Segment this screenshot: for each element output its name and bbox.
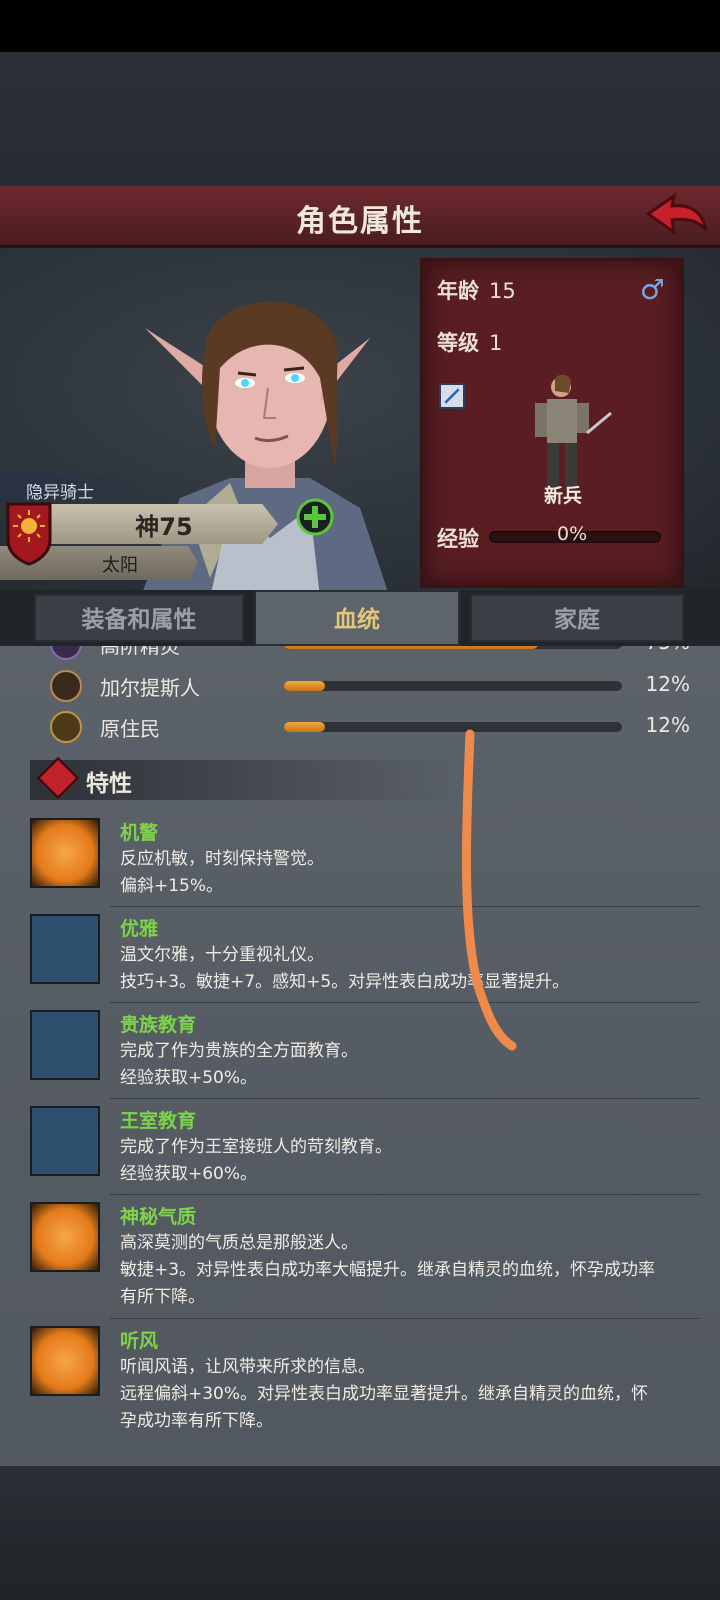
level-value: 1 <box>489 331 503 355</box>
exp-label: 经验 <box>437 527 479 551</box>
character-subtitle: 太阳 <box>102 555 138 576</box>
divider <box>110 906 700 907</box>
tab-bar: 装备和属性 血统 家庭 <box>0 590 720 646</box>
status-bar <box>0 0 720 52</box>
trait-name: 神秘气质 <box>120 1206 197 1228</box>
sun-face-icon <box>30 1326 100 1396</box>
trait-description: 反应机敏，时刻保持警觉。 偏斜+15%。 <box>120 846 690 900</box>
lineage-name: 原住民 <box>100 717 160 741</box>
trait-line: 有所下降。 <box>120 1287 205 1307</box>
trait-description: 温文尔雅，十分重视礼仪。 技巧+3。敏捷+7。感知+5。对异性表白成功率显著提升… <box>120 942 690 996</box>
character-portrait-area: 隐异骑士 神75 太阳 年龄 15 ♂ 等级 1 新兵 经验 0% <box>0 248 720 590</box>
sun-face-icon <box>30 1202 100 1272</box>
add-attribute-button[interactable] <box>296 498 334 536</box>
trait-name: 王室教育 <box>120 1110 197 1132</box>
arm-icon <box>30 914 100 984</box>
age-label: 年龄 <box>437 279 479 303</box>
level-row: 等级 1 <box>437 327 502 357</box>
sun-face-icon <box>30 818 100 888</box>
trait-item[interactable]: 贵族教育 完成了作为贵族的全方面教育。 经验获取+50%。 <box>0 1010 720 1100</box>
trait-name: 贵族教育 <box>120 1014 197 1036</box>
high-elf-icon <box>50 646 82 660</box>
divider <box>110 1194 700 1195</box>
lineage-name: 高阶精灵 <box>100 646 180 658</box>
trait-item[interactable]: 机警 反应机敏，时刻保持警觉。 偏斜+15%。 <box>0 818 720 908</box>
lineage-row: 原住民 12% <box>0 707 720 747</box>
tab-lineage[interactable]: 血统 <box>254 590 460 646</box>
lineage-percent: 12% <box>645 713 690 737</box>
lineage-bar <box>284 722 622 732</box>
galtis-icon <box>50 670 82 702</box>
tab-family[interactable]: 家庭 <box>470 594 684 642</box>
trait-line: 技巧+3。敏捷+7。感知+5。对异性表白成功率显著提升。 <box>120 972 570 992</box>
trait-item[interactable]: 听风 听闻风语，让风带来所求的信息。 远程偏斜+30%。对异性表白成功率显著提升… <box>0 1326 720 1442</box>
divider <box>110 1318 700 1319</box>
top-background <box>0 52 720 186</box>
trait-line: 反应机敏，时刻保持警觉。 <box>120 849 324 869</box>
lineage-percent: 75% <box>646 646 690 654</box>
trait-item[interactable]: 神秘气质 高深莫测的气质总是那般迷人。 敏捷+3。对异性表白成功率大幅提升。继承… <box>0 1202 720 1318</box>
trait-name: 优雅 <box>120 918 159 940</box>
lineage-name: 加尔提斯人 <box>100 676 200 700</box>
stats-panel: 年龄 15 ♂ 等级 1 新兵 经验 0% <box>420 258 684 588</box>
trait-description: 完成了作为贵族的全方面教育。 经验获取+50%。 <box>120 1038 690 1092</box>
lineage-row: 高阶精灵 75% <box>0 646 720 664</box>
divider <box>110 1098 700 1099</box>
trait-line: 孕成功率有所下降。 <box>120 1411 273 1431</box>
trait-line: 听闻风语，让风带来所求的信息。 <box>120 1357 375 1377</box>
header-bar: 角色属性 <box>0 186 720 248</box>
unit-type-name: 新兵 <box>543 485 582 507</box>
traits-title: 特性 <box>86 771 132 797</box>
trait-item[interactable]: 优雅 温文尔雅，十分重视礼仪。 技巧+3。敏捷+7。感知+5。对异性表白成功率显… <box>0 914 720 1004</box>
trait-description: 完成了作为王室接班人的苛刻教育。 经验获取+60%。 <box>120 1134 690 1188</box>
age-row: 年龄 15 <box>437 275 516 305</box>
trait-line: 温文尔雅，十分重视礼仪。 <box>120 945 324 965</box>
lineage-content: 高阶精灵 75% 加尔提斯人 12% 原住民 12% 特性 机警 反应机敏，时刻… <box>0 646 720 1466</box>
bottom-background <box>0 1466 720 1600</box>
trait-line: 经验获取+60%。 <box>120 1164 258 1184</box>
native-icon <box>50 711 82 743</box>
sun-shield-icon <box>6 502 52 566</box>
male-gender-icon: ♂ <box>639 273 665 306</box>
back-arrow-icon[interactable] <box>640 190 710 242</box>
lineage-bar <box>284 646 622 649</box>
lineage-bar-fill <box>284 646 538 649</box>
lineage-bar-fill <box>284 681 325 691</box>
trait-line: 经验获取+50%。 <box>120 1068 258 1088</box>
trait-line: 偏斜+15%。 <box>120 876 224 896</box>
age-value: 15 <box>489 279 516 303</box>
trait-item[interactable]: 王室教育 完成了作为王室接班人的苛刻教育。 经验获取+60%。 <box>0 1106 720 1196</box>
trait-line: 完成了作为王室接班人的苛刻教育。 <box>120 1137 392 1157</box>
tab-equipment-attributes[interactable]: 装备和属性 <box>34 594 244 642</box>
class-label: 隐异骑士 <box>26 483 94 503</box>
trait-name: 机警 <box>120 822 159 844</box>
lineage-bar-fill <box>284 722 325 732</box>
experience-value: 0% <box>557 523 588 545</box>
trait-name: 听风 <box>120 1330 159 1352</box>
level-label: 等级 <box>437 331 479 355</box>
lineage-bar <box>284 681 622 691</box>
arm-icon <box>30 1010 100 1080</box>
trait-description: 高深莫测的气质总是那般迷人。 敏捷+3。对异性表白成功率大幅提升。继承自精灵的血… <box>120 1230 690 1311</box>
arm-icon <box>30 1106 100 1176</box>
trait-description: 听闻风语，让风带来所求的信息。 远程偏斜+30%。对异性表白成功率显著提升。继承… <box>120 1354 690 1435</box>
page-title: 角色属性 <box>296 204 424 239</box>
trait-line: 高深莫测的气质总是那般迷人。 <box>120 1233 358 1253</box>
lineage-percent: 12% <box>645 672 690 696</box>
divider <box>110 1002 700 1003</box>
lineage-row: 加尔提斯人 12% <box>0 666 720 706</box>
character-name: 神75 <box>135 513 193 541</box>
trait-line: 完成了作为贵族的全方面教育。 <box>120 1041 358 1061</box>
trait-line: 敏捷+3。对异性表白成功率大幅提升。继承自精灵的血统，怀孕成功率 <box>120 1260 656 1280</box>
sword-class-icon <box>439 383 465 409</box>
trait-line: 远程偏斜+30%。对异性表白成功率显著提升。继承自精灵的血统，怀 <box>120 1384 649 1404</box>
exp-row: 经验 <box>437 523 479 553</box>
